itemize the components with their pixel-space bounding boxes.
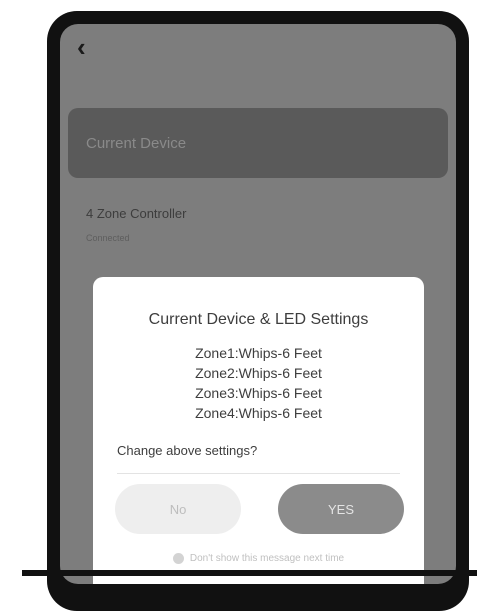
dialog-title: Current Device & LED Settings xyxy=(148,311,369,328)
dont-show-label: Don't show this message next time xyxy=(189,553,345,565)
zone-item: Zone1:Whips-6 Feet xyxy=(195,345,322,361)
device-name[interactable]: 4 Zone Controller xyxy=(86,206,186,221)
no-button[interactable]: No xyxy=(115,484,241,534)
bottom-bezel xyxy=(22,570,477,576)
zone-item: Zone3:Whips-6 Feet xyxy=(195,385,322,401)
device-status: Connected xyxy=(86,233,130,243)
page-title: Current Device xyxy=(86,135,187,152)
chevron-left-icon[interactable]: ‹ xyxy=(77,34,99,60)
yes-button[interactable]: YES xyxy=(278,484,404,534)
checkbox-circle-icon[interactable] xyxy=(172,553,184,564)
zone-item: Zone4:Whips-6 Feet xyxy=(195,405,322,421)
divider xyxy=(117,473,400,474)
zone-item: Zone2:Whips-6 Feet xyxy=(195,365,322,381)
current-device-header: Current Device xyxy=(68,108,448,178)
dialog-question: Change above settings? xyxy=(117,443,258,458)
zone-list: Zone1:Whips-6 Feet Zone2:Whips-6 Feet Zo… xyxy=(93,343,424,423)
dont-show-option[interactable]: Don't show this message next time xyxy=(93,553,424,564)
settings-dialog: Current Device & LED Settings Zone1:Whip… xyxy=(93,277,424,584)
app-screen: ‹ Current Device 4 Zone Controller Conne… xyxy=(60,24,456,584)
